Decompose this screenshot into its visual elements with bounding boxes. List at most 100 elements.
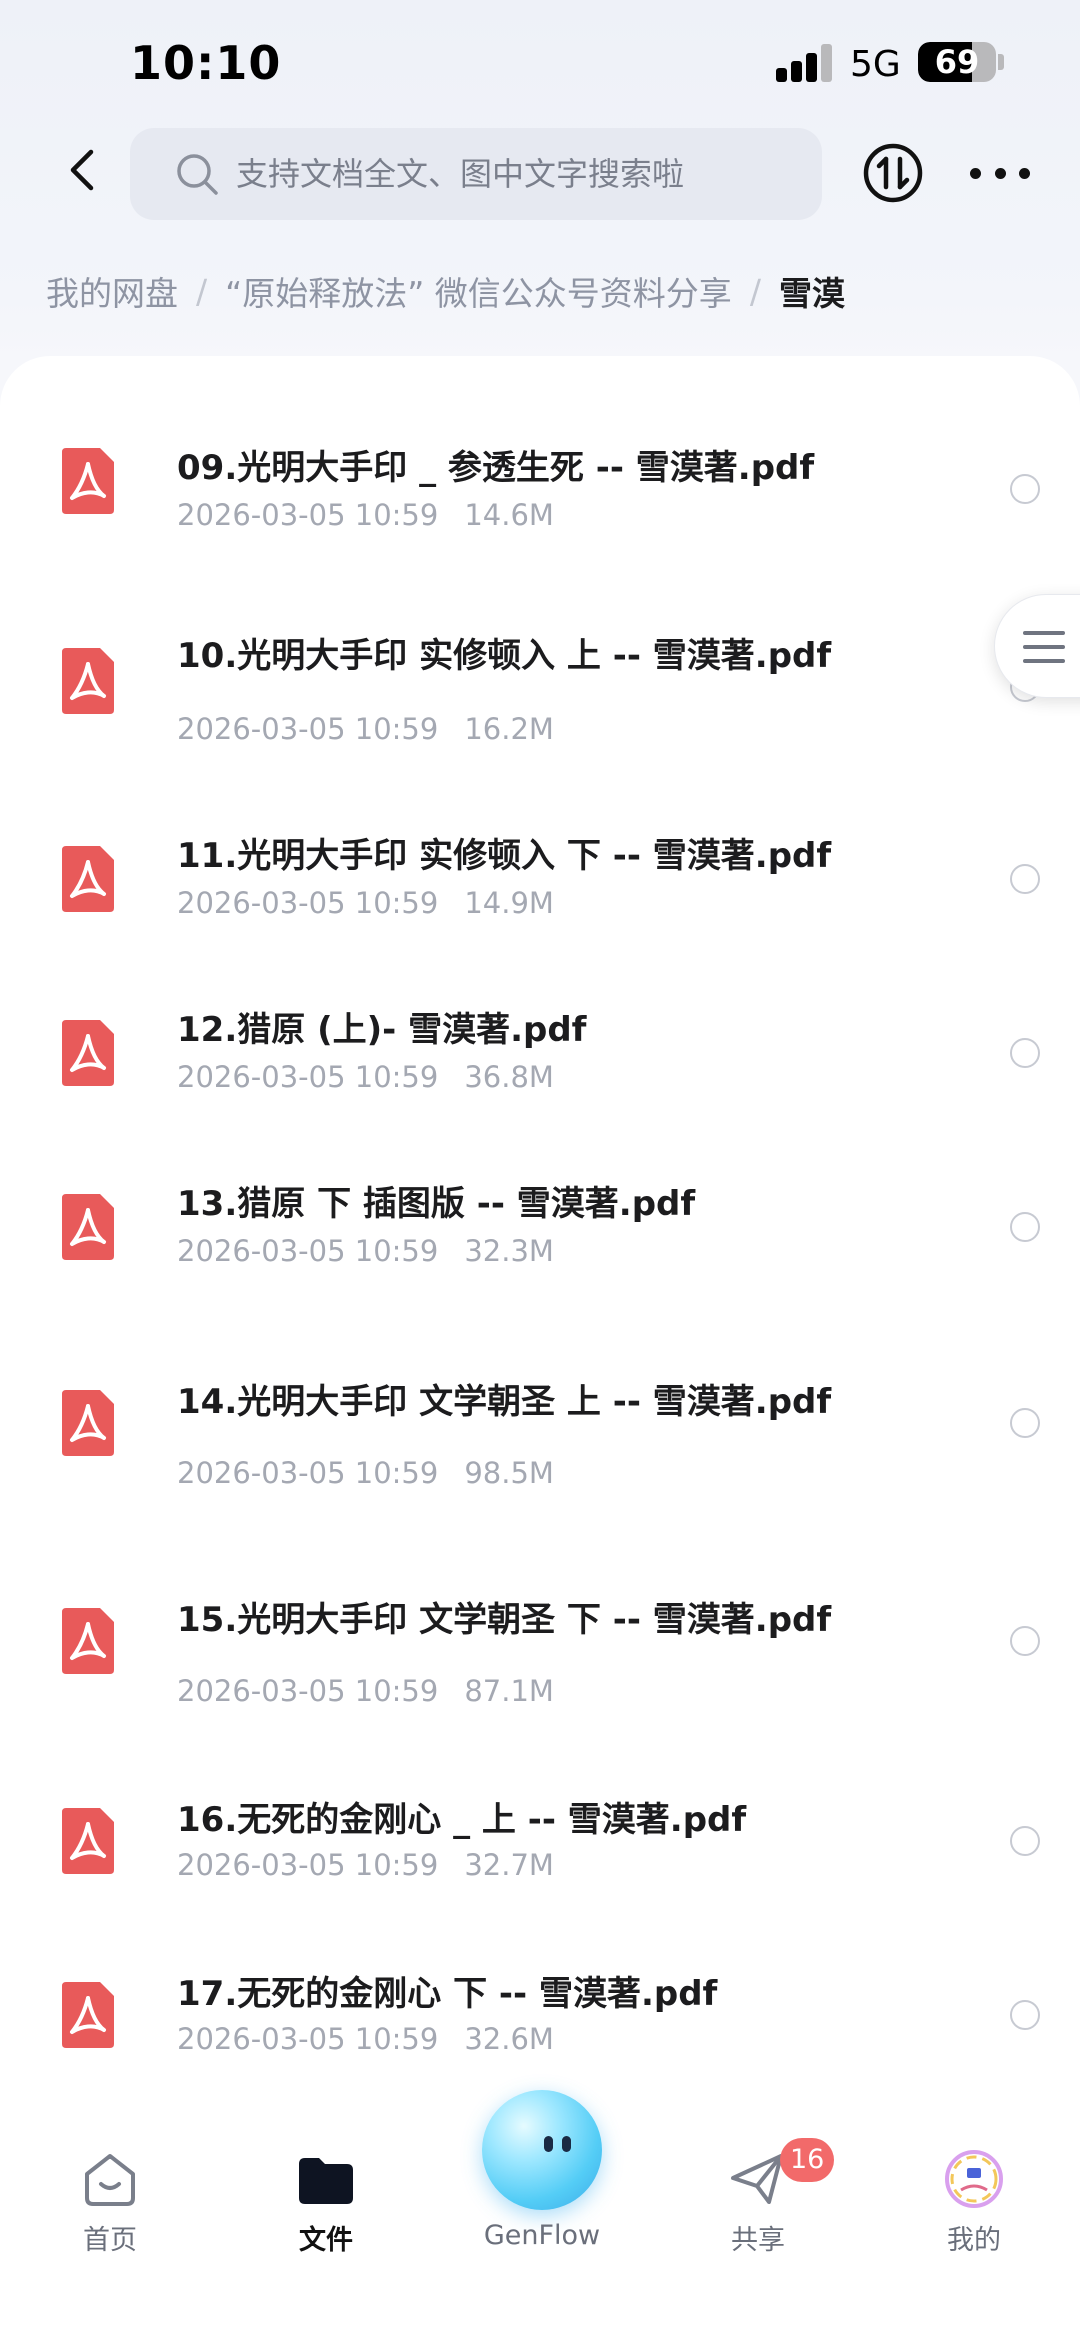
bottom-tab-bar: 首页 文件 GenFlow 共享 16 我的 xyxy=(0,2070,1080,2336)
tab-label: 首页 xyxy=(83,2225,137,2256)
file-size: 36.8M xyxy=(464,1060,554,1094)
file-meta: 2026-03-05 10:59 36.8M xyxy=(177,1060,554,1094)
file-date: 2026-03-05 10:59 xyxy=(177,712,439,746)
select-radio[interactable] xyxy=(1010,474,1040,504)
pdf-file-icon xyxy=(62,1020,114,1086)
file-size: 32.7M xyxy=(464,1848,554,1882)
file-meta: 2026-03-05 10:59 14.9M xyxy=(177,886,554,920)
orb-eye xyxy=(544,2136,553,2152)
tab-genflow-label[interactable]: GenFlow xyxy=(462,2220,622,2251)
select-radio[interactable] xyxy=(1010,1826,1040,1856)
file-name: 12.猎原 (上)- 雪漠著.pdf xyxy=(177,1010,587,1050)
more-dot xyxy=(970,167,981,179)
select-radio[interactable] xyxy=(1010,1038,1040,1068)
file-row[interactable]: 15.光明大手印 文学朝圣 下 -- 雪漠著.pdf 2026-03-05 10… xyxy=(0,1574,1080,1724)
file-date: 2026-03-05 10:59 xyxy=(177,886,439,920)
file-date: 2026-03-05 10:59 xyxy=(177,1234,439,1268)
file-meta: 2026-03-05 10:59 14.6M xyxy=(177,498,554,532)
home-indicator xyxy=(376,2300,704,2310)
file-row[interactable]: 14.光明大手印 文学朝圣 上 -- 雪漠著.pdf 2026-03-05 10… xyxy=(0,1356,1080,1506)
pdf-file-icon xyxy=(62,448,114,514)
status-bar: 10:10 5G 69 xyxy=(0,0,1080,120)
select-radio[interactable] xyxy=(1010,1408,1040,1438)
tab-label: 文件 xyxy=(299,2225,353,2256)
menu-line xyxy=(1023,659,1065,663)
file-name: 11.光明大手印 实修顿入 下 -- 雪漠著.pdf xyxy=(177,836,832,876)
more-button[interactable] xyxy=(970,148,1030,198)
file-row[interactable]: 10.光明大手印 实修顿入 上 -- 雪漠著.pdf 2026-03-05 10… xyxy=(0,616,1080,766)
file-size: 87.1M xyxy=(464,1674,554,1708)
tab-label: 我的 xyxy=(947,2225,1001,2256)
genflow-orb-icon[interactable] xyxy=(482,2090,602,2210)
file-name: 13.猎原 下 插图版 -- 雪漠著.pdf xyxy=(177,1184,696,1224)
file-name: 16.无死的金刚心 _ 上 -- 雪漠著.pdf xyxy=(177,1800,747,1840)
select-radio[interactable] xyxy=(1010,1212,1040,1242)
avatar-icon xyxy=(945,2150,1003,2208)
status-time: 10:10 xyxy=(130,36,282,90)
file-size: 14.6M xyxy=(464,498,554,532)
breadcrumb-separator: / xyxy=(749,271,761,311)
tab-home[interactable]: 首页 xyxy=(40,2150,180,2257)
file-name: 15.光明大手印 文学朝圣 下 -- 雪漠著.pdf xyxy=(177,1600,832,1640)
file-row[interactable]: 09.光明大手印 _ 参透生死 -- 雪漠著.pdf 2026-03-05 10… xyxy=(0,426,1080,556)
file-date: 2026-03-05 10:59 xyxy=(177,1848,439,1882)
home-icon xyxy=(85,2154,135,2206)
file-size: 16.2M xyxy=(464,712,554,746)
file-row[interactable]: 11.光明大手印 实修顿入 下 -- 雪漠著.pdf 2026-03-05 10… xyxy=(0,818,1080,948)
file-meta: 2026-03-05 10:59 32.3M xyxy=(177,1234,554,1268)
orb-eye xyxy=(562,2136,571,2152)
search-bar[interactable] xyxy=(130,128,822,220)
more-dot xyxy=(994,167,1006,179)
file-name: 14.光明大手印 文学朝圣 上 -- 雪漠著.pdf xyxy=(177,1382,832,1422)
battery-nub xyxy=(998,54,1004,70)
search-icon xyxy=(177,154,218,195)
file-list: 09.光明大手印 _ 参透生死 -- 雪漠著.pdf 2026-03-05 10… xyxy=(0,356,1080,2096)
file-row[interactable]: 12.猎原 (上)- 雪漠著.pdf 2026-03-05 10:59 36.8M xyxy=(0,992,1080,1122)
file-date: 2026-03-05 10:59 xyxy=(177,2022,439,2056)
file-meta: 2026-03-05 10:59 16.2M xyxy=(177,712,554,746)
avatar-graphic xyxy=(950,2155,998,2203)
file-size: 32.3M xyxy=(464,1234,554,1268)
menu-line xyxy=(1023,645,1065,649)
file-date: 2026-03-05 10:59 xyxy=(177,1674,439,1708)
file-meta: 2026-03-05 10:59 87.1M xyxy=(177,1674,554,1708)
breadcrumb-separator: / xyxy=(196,271,208,311)
pdf-file-icon xyxy=(62,648,114,714)
file-row[interactable]: 13.猎原 下 插图版 -- 雪漠著.pdf 2026-03-05 10:59 3… xyxy=(0,1166,1080,1296)
file-meta: 2026-03-05 10:59 32.7M xyxy=(177,1848,554,1882)
file-row[interactable]: 16.无死的金刚心 _ 上 -- 雪漠著.pdf 2026-03-05 10:5… xyxy=(0,1780,1080,1910)
file-size: 98.5M xyxy=(464,1456,554,1490)
menu-line xyxy=(1023,631,1065,635)
signal-icon xyxy=(776,44,834,82)
pdf-file-icon xyxy=(62,1982,114,2048)
tab-files[interactable]: 文件 xyxy=(256,2150,396,2257)
pdf-file-icon xyxy=(62,1194,114,1260)
pdf-file-icon xyxy=(62,1390,114,1456)
file-row[interactable]: 17.无死的金刚心 下 -- 雪漠著.pdf 2026-03-05 10:59 3… xyxy=(0,1954,1080,2084)
notification-badge: 16 xyxy=(780,2138,835,2182)
battery-percent: 69 xyxy=(934,43,980,81)
file-size: 32.6M xyxy=(464,2022,554,2056)
network-type: 5G xyxy=(850,44,901,85)
file-date: 2026-03-05 10:59 xyxy=(177,498,439,532)
file-name: 10.光明大手印 实修顿入 上 -- 雪漠著.pdf xyxy=(177,636,832,676)
pdf-file-icon xyxy=(62,846,114,912)
select-radio[interactable] xyxy=(1010,864,1040,894)
file-size: 14.9M xyxy=(464,886,554,920)
more-dot xyxy=(1019,167,1030,179)
search-input[interactable] xyxy=(236,155,796,193)
chevron-left-icon xyxy=(70,149,94,191)
file-date: 2026-03-05 10:59 xyxy=(177,1060,439,1094)
transfer-icon[interactable] xyxy=(862,142,924,204)
select-radio[interactable] xyxy=(1010,1626,1040,1656)
select-radio[interactable] xyxy=(1010,2000,1040,2030)
breadcrumb-item-root[interactable]: 我的网盘 xyxy=(46,267,178,315)
pdf-file-icon xyxy=(62,1608,114,1674)
file-date: 2026-03-05 10:59 xyxy=(177,1456,439,1490)
file-meta: 2026-03-05 10:59 98.5M xyxy=(177,1456,554,1490)
file-name: 09.光明大手印 _ 参透生死 -- 雪漠著.pdf xyxy=(177,448,815,488)
file-meta: 2026-03-05 10:59 32.6M xyxy=(177,2022,554,2056)
breadcrumb-item-folder[interactable]: “原始释放法” 微信公众号资料分享 xyxy=(225,267,732,315)
back-button[interactable] xyxy=(52,140,112,200)
tab-me[interactable]: 我的 xyxy=(904,2150,1044,2257)
